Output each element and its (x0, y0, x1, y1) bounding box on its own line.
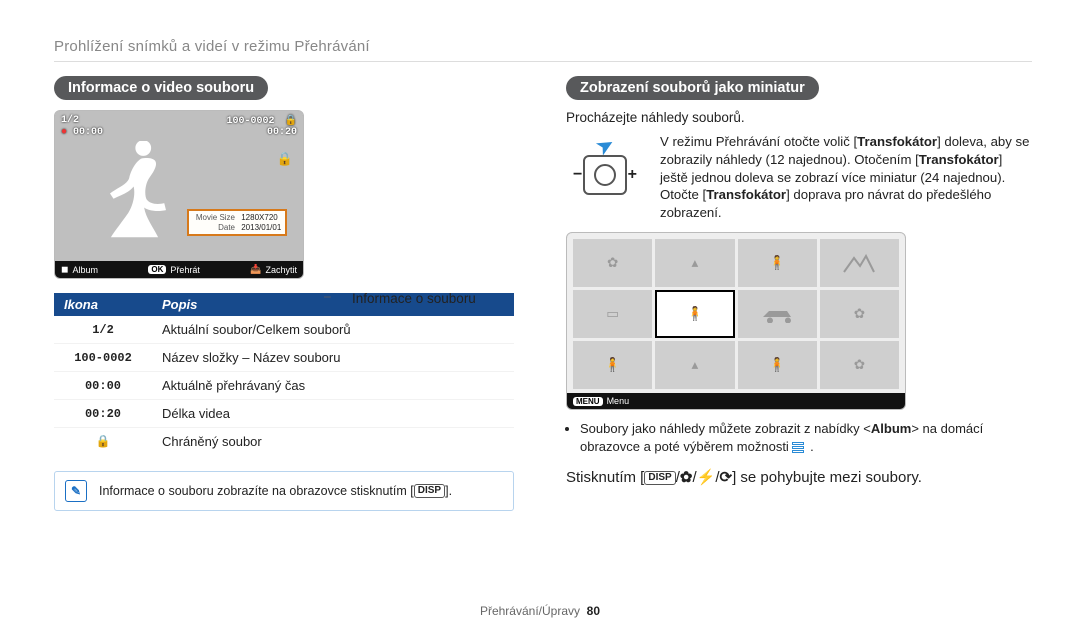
infobox-value-movie-size: 1280X720 (241, 213, 277, 222)
thumb-cell-selected: 🧍 (655, 290, 734, 338)
note-text: Informace o souboru zobrazíte na obrazov… (99, 484, 452, 499)
lcd-counter: 1/2 (61, 115, 79, 127)
lock-icon: 🔒 (285, 116, 297, 127)
footer-page-number: 80 (587, 604, 600, 618)
thumb-cell: ✿ (573, 239, 652, 287)
zoom-minus: − (573, 166, 582, 184)
car-icon (759, 305, 795, 323)
capture-icon: 📥 (250, 264, 261, 275)
callout-arrow (308, 296, 348, 298)
thumb-cell: 🧍 (738, 341, 817, 389)
thumb-cell (820, 239, 899, 287)
macro-icon: ✿ (680, 469, 693, 486)
ok-glyph: OK (148, 265, 166, 274)
breadcrumb: Prohlížení snímků a videí v režimu Přehr… (54, 38, 1032, 55)
navigation-instruction: Stisknutím [DISP/✿/⚡/⟳] se pohybujte mez… (566, 468, 1032, 486)
footer-section: Přehrávání/Úpravy (480, 604, 580, 618)
album-icon: ◼ (61, 264, 68, 275)
icon-cell: 🔒 (54, 428, 152, 456)
table-row: 00:00Aktuálně přehrávaný čas (54, 372, 514, 400)
thumb-cell: 🧍 (573, 341, 652, 389)
flash-icon: ⚡ (697, 469, 716, 486)
thumbnail-mode-icon (792, 442, 806, 454)
left-section-heading: Informace o video souboru (54, 76, 268, 100)
thumb-cell: ✿ (820, 341, 899, 389)
thumb-cell: ▭ (573, 290, 652, 338)
menu-label: Menu (607, 396, 630, 406)
thumb-cell: ✿ (820, 290, 899, 338)
table-row: 00:20Délka videa (54, 400, 514, 428)
infobox-label-movie-size: Movie Size (193, 213, 235, 223)
icon-description-table: Ikona Popis 1/2Aktuální soubor/Celkem so… (54, 293, 514, 455)
zoom-instruction-text: V režimu Přehrávání otočte volič [Transf… (660, 133, 1032, 222)
thumbnail-grid-lcd: ✿ ▴ 🧍 ▭ 🧍 ✿ 🧍 ▴ 🧍 ✿ MEN (566, 232, 906, 410)
zoom-plus: + (628, 166, 637, 184)
lcd-time-played: 00:00 (73, 127, 103, 138)
page-footer: Přehrávání/Úpravy 80 (0, 604, 1080, 618)
thumb-cell: 🧍 (738, 239, 817, 287)
thumb-cell: ▴ (655, 239, 734, 287)
table-row: 🔒Chráněný soubor (54, 428, 514, 456)
thumbnail-notes-list: Soubory jako náhledy můžete zobrazit z n… (566, 420, 1032, 456)
table-row: 100-0002Název složky – Název souboru (54, 344, 514, 372)
list-item: Soubory jako náhledy můžete zobrazit z n… (580, 420, 1032, 456)
lock-icon-body: 🔒 (277, 151, 293, 167)
lcd-folder-file: 100-0002 (227, 116, 275, 127)
zoom-diagram: ➤ − + (566, 133, 644, 222)
icon-cell: 00:20 (54, 400, 152, 428)
header-rule (54, 61, 1032, 62)
thumbnails-intro: Procházejte náhledy souborů. (566, 110, 1032, 125)
thumb-cell (738, 290, 817, 338)
th-icon: Ikona (54, 293, 152, 316)
disp-glyph: DISP (644, 471, 675, 485)
capture-label: Zachytit (265, 265, 297, 275)
lcd-duration: 00:20 (267, 127, 297, 138)
desc-cell: Aktuální soubor/Celkem souborů (152, 316, 514, 344)
right-section-heading: Zobrazení souborů jako miniatur (566, 76, 819, 100)
disp-glyph: DISP (414, 484, 445, 498)
album-label: Album (72, 265, 98, 275)
icon-cell: 1/2 (54, 316, 152, 344)
icon-cell: 100-0002 (54, 344, 152, 372)
info-callout-label: Informace o souboru (352, 291, 476, 306)
infobox-value-date: 2013/01/01 (241, 223, 281, 232)
desc-cell: Aktuálně přehrávaný čas (152, 372, 514, 400)
rec-icon: ● (61, 127, 67, 138)
infobox-label-date: Date (193, 223, 235, 233)
desc-cell: Chráněný soubor (152, 428, 514, 456)
mountain-icon (842, 252, 876, 274)
thumb-cell: ▴ (655, 341, 734, 389)
note-icon: ✎ (65, 480, 87, 502)
desc-cell: Název složky – Název souboru (152, 344, 514, 372)
icon-cell: 00:00 (54, 372, 152, 400)
desc-cell: Délka videa (152, 400, 514, 428)
video-info-lcd: 1/2 100-0002 🔒 ● 00:00 00:20 (54, 110, 304, 279)
play-label: Přehrát (170, 265, 200, 275)
table-row: 1/2Aktuální soubor/Celkem souborů (54, 316, 514, 344)
note-strip: ✎ Informace o souboru zobrazíte na obraz… (54, 471, 514, 511)
zoom-lever-icon: − + (583, 155, 627, 195)
timer-icon: ⟳ (719, 469, 732, 486)
dancer-silhouette (100, 141, 190, 246)
menu-glyph: MENU (573, 397, 603, 406)
file-info-tooltip: Movie Size 1280X720 Date 2013/01/01 (187, 209, 287, 236)
